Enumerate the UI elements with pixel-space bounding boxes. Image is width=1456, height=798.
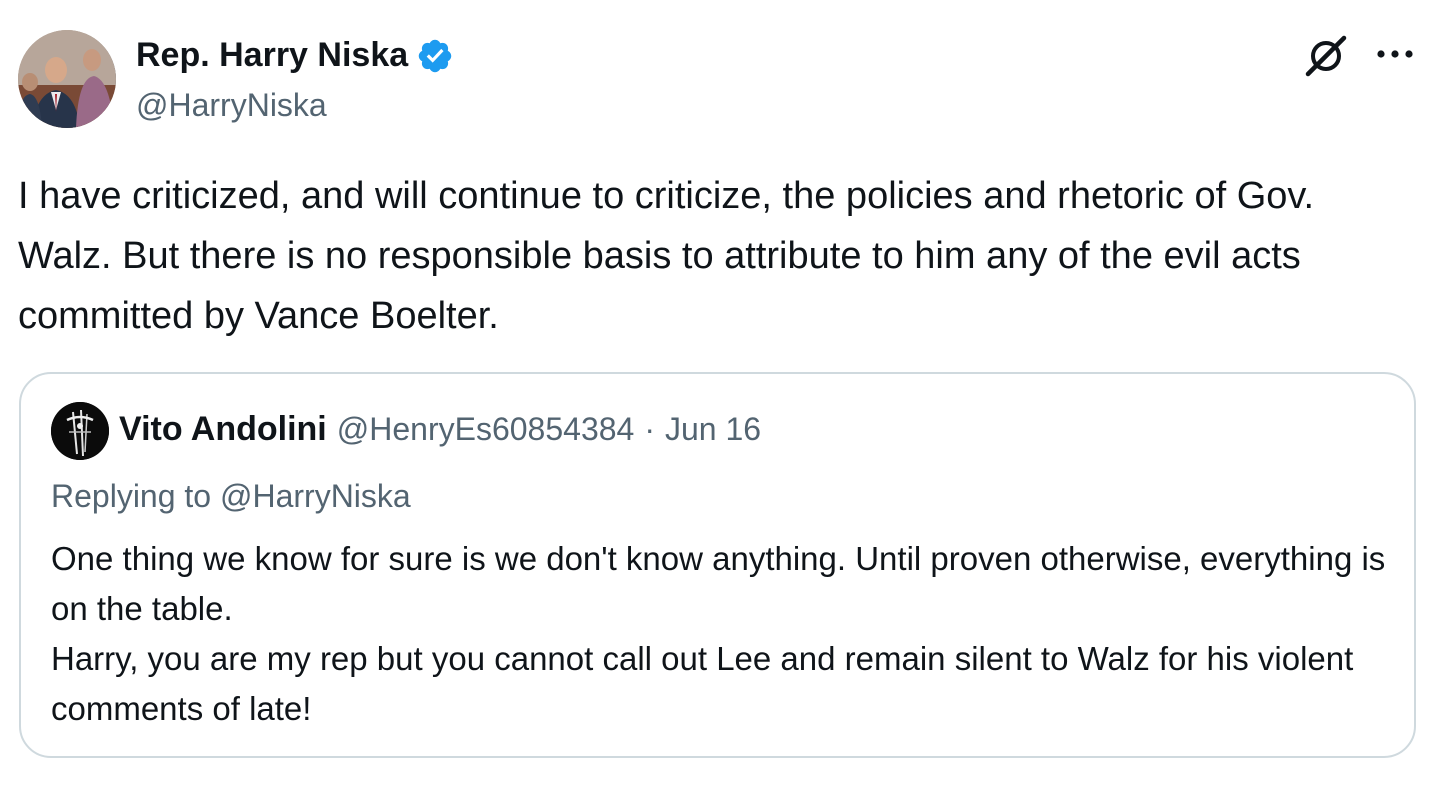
- verified-badge-icon: [418, 39, 452, 72]
- quoted-tweet-paragraph: Harry, you are my rep but you cannot cal…: [51, 640, 1354, 727]
- grok-icon[interactable]: [1302, 32, 1352, 78]
- quoted-author-handle[interactable]: @HenryEs60854384: [337, 411, 635, 448]
- quoted-tweet-card[interactable]: Vito Andolini @HenryEs60854384 · Jun 16 …: [19, 372, 1416, 758]
- tweet-text: I have criticized, and will continue to …: [18, 175, 1315, 337]
- quoted-author-display-name[interactable]: Vito Andolini: [119, 410, 327, 449]
- tweet: Rep. Harry Niska @HarryNiska I have crit…: [0, 0, 1456, 798]
- quoted-tweet-paragraph: One thing we know for sure is we don't k…: [51, 540, 1386, 627]
- quoted-tweet-text: One thing we know for sure is we don't k…: [51, 534, 1391, 734]
- quoted-tweet-date[interactable]: Jun 16: [665, 411, 761, 448]
- author-handle[interactable]: @HarryNiska: [136, 87, 327, 124]
- meta-separator: ·: [644, 411, 655, 447]
- replying-to-label: Replying to @HarryNiska: [51, 478, 411, 514]
- author-name-row: Rep. Harry Niska: [136, 36, 454, 75]
- author-display-name[interactable]: Rep. Harry Niska: [136, 36, 408, 75]
- quoted-author-avatar[interactable]: [51, 402, 109, 460]
- author-avatar[interactable]: [18, 30, 116, 128]
- quoted-tweet-header: Vito Andolini @HenryEs60854384 · Jun 16: [119, 410, 761, 449]
- more-options-icon[interactable]: [1374, 42, 1416, 66]
